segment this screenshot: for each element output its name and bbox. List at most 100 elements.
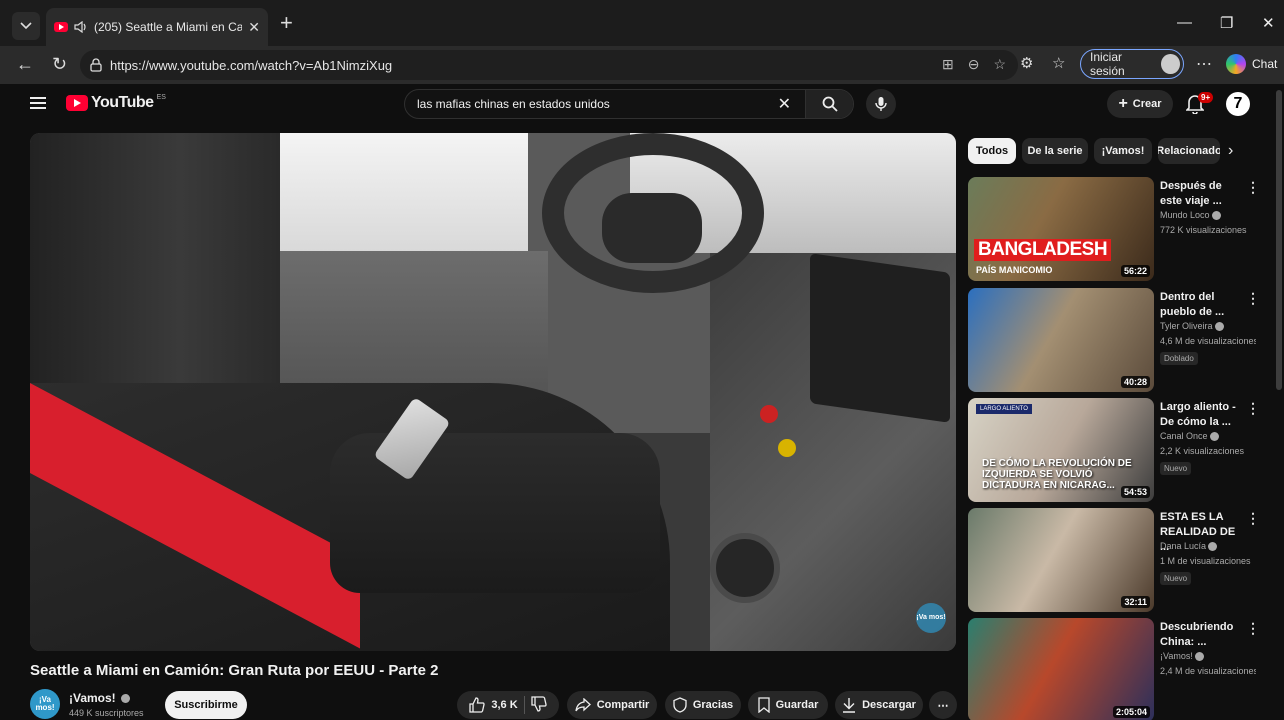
microphone-icon [875,97,887,111]
verified-icon [1194,652,1204,662]
chevron-right-icon[interactable]: › [1228,142,1233,160]
account-avatar[interactable]: 7 [1226,92,1250,116]
thanks-button[interactable]: Gracias [665,691,741,719]
thumbnail[interactable]: BANGLADESH PAÍS MANICOMIO 56:22 [968,177,1154,281]
address-bar-row: ← ↻ https://www.youtube.com/watch?v=Ab1N… [0,46,1284,84]
subscribe-button[interactable]: Suscribirme [165,691,247,719]
thumbnail[interactable]: LARGO ALIENTO DE CÓMO LA REVOLUCIÓN DE I… [968,398,1154,502]
download-icon [843,698,856,713]
new-tab-button[interactable]: + [280,12,293,34]
more-actions-button[interactable]: ⋯ [929,691,957,719]
video-frame-wheel-hub [602,193,702,263]
recommendation-views: 2,4 M de visualizaciones [1160,666,1256,676]
recommendation-item[interactable]: BANGLADESH PAÍS MANICOMIO 56:22 Después … [968,177,1260,283]
recommendation-item[interactable]: 2:05:04 Descubriendo China: ... ¡Vamos! … [968,618,1260,720]
url-text: https://www.youtube.com/watch?v=Ab1Nimzi… [110,57,393,73]
recommendation-channel[interactable]: Mundo Loco [1160,210,1221,221]
youtube-header: YouTube ES las mafias chinas en estados … [10,84,1274,126]
download-label: Descargar [862,699,916,711]
video-frame-cup-holder [710,533,780,603]
recommendation-title[interactable]: Largo aliento - De cómo la ... [1160,400,1238,430]
channel-name-text: ¡Vamos! [69,691,116,705]
chip-related[interactable]: Relacionado [1158,138,1220,164]
like-count: 3,6 K [491,699,518,711]
recommendation-item[interactable]: 40:28 Dentro del pueblo de ... Tyler Oli… [968,288,1260,394]
page-scrollbar[interactable] [1276,90,1282,390]
verified-icon [1208,542,1218,552]
create-button[interactable]: + Crear [1107,90,1173,118]
extensions-icon[interactable]: ⚙ [1020,54,1033,72]
chat-label: Chat [1252,57,1278,71]
thumbnail[interactable]: 32:11 [968,508,1154,612]
recommendation-title[interactable]: Descubriendo China: ... [1160,620,1238,650]
save-label: Guardar [775,699,819,711]
video-player[interactable]: ¡Va mos! [30,133,956,651]
share-button[interactable]: Compartir [567,691,657,719]
divider [523,696,525,714]
chip-all[interactable]: Todos [968,138,1016,164]
more-vertical-icon[interactable]: ⋮ [1246,290,1260,307]
restore-icon[interactable]: ❐ [1220,14,1233,32]
search-input[interactable]: las mafias chinas en estados unidos [417,97,778,111]
recommendation-channel[interactable]: Dana Lucía [1160,541,1218,552]
speaker-icon[interactable] [74,21,88,33]
chip-series[interactable]: De la serie [1022,138,1088,164]
app-available-icon[interactable]: ⊞ [942,56,954,73]
tab-close-icon[interactable]: ✕ [248,19,260,36]
channel-name[interactable]: ¡Vamos! [69,691,131,705]
notification-count-badge: 9+ [1198,92,1214,103]
recommendation-title[interactable]: Después de este viaje ... [1160,179,1238,209]
minimize-icon[interactable]: — [1177,14,1192,31]
channel-avatar[interactable]: ¡Va mos! [30,689,60,719]
video-frame-window [278,133,528,251]
duration-badge: 32:11 [1121,596,1150,608]
dislike-button[interactable] [530,695,547,715]
browser-tab[interactable]: (205) Seattle a Miami en Camión ✕ [46,8,268,46]
channel-watermark[interactable]: ¡Va mos! [916,603,946,633]
recommendation-title[interactable]: Dentro del pueblo de ... [1160,290,1238,320]
recommendation-item[interactable]: LARGO ALIENTO DE CÓMO LA REVOLUCIÓN DE I… [968,398,1260,504]
thumbs-up-icon [469,697,485,713]
thumbnail-text: DE CÓMO LA REVOLUCIÓN DE IZQUIERDA SE VO… [982,458,1132,491]
like-button[interactable]: 3,6 K [469,697,518,713]
clear-search-icon[interactable]: ✕ [778,94,791,114]
more-vertical-icon[interactable]: ⋮ [1246,400,1260,417]
more-vertical-icon[interactable]: ⋮ [1246,510,1260,527]
more-vertical-icon[interactable]: ⋮ [1246,620,1260,637]
new-badge: Nuevo [1160,462,1192,475]
zoom-icon[interactable]: ⊖ [968,56,980,73]
menu-icon[interactable] [30,97,46,109]
download-button[interactable]: Descargar [835,691,923,719]
favorites-icon[interactable]: ☆ [1052,54,1065,72]
sign-in-button[interactable]: Iniciar sesión [1080,49,1184,79]
video-frame-yellow-button [778,439,796,457]
window-close-icon[interactable]: ✕ [1262,14,1275,32]
recommendation-views: 4,6 M de visualizaciones [1160,336,1256,346]
favorite-star-icon[interactable]: ☆ [993,56,1006,73]
thumbnail[interactable]: 40:28 [968,288,1154,392]
recommendation-channel-text: Dana Lucía [1160,541,1207,551]
tab-title: (205) Seattle a Miami en Camión [94,20,243,34]
youtube-favicon-icon [54,22,68,32]
voice-search-button[interactable] [866,89,896,119]
save-button[interactable]: Guardar [748,691,828,719]
recommendation-channel[interactable]: Canal Once [1160,431,1219,442]
more-vertical-icon[interactable]: ⋮ [1246,179,1260,196]
tab-list-button[interactable] [12,12,40,40]
thumbnail-subtext: PAÍS MANICOMIO [976,265,1053,275]
reload-icon[interactable]: ↻ [52,54,67,75]
recommendation-channel[interactable]: Tyler Oliveira [1160,321,1224,332]
search-button[interactable] [805,90,853,118]
bookmark-icon [757,697,770,713]
more-options-icon[interactable]: ⋯ [1196,54,1212,74]
recommendation-channel[interactable]: ¡Vamos! [1160,651,1204,662]
region-code: ES [156,94,166,101]
youtube-logo[interactable]: YouTube ES [66,94,166,112]
copilot-chat-button[interactable]: Chat [1226,54,1277,74]
recommendation-item[interactable]: 32:11 ESTA ES LA REALIDAD DE ... Dana Lu… [968,508,1260,614]
chip-channel[interactable]: ¡Vamos! [1094,138,1152,164]
back-arrow-icon[interactable]: ← [16,54,34,75]
thumbnail[interactable]: 2:05:04 [968,618,1154,720]
address-input[interactable]: https://www.youtube.com/watch?v=Ab1Nimzi… [80,50,1018,80]
chevron-down-icon [20,22,32,30]
